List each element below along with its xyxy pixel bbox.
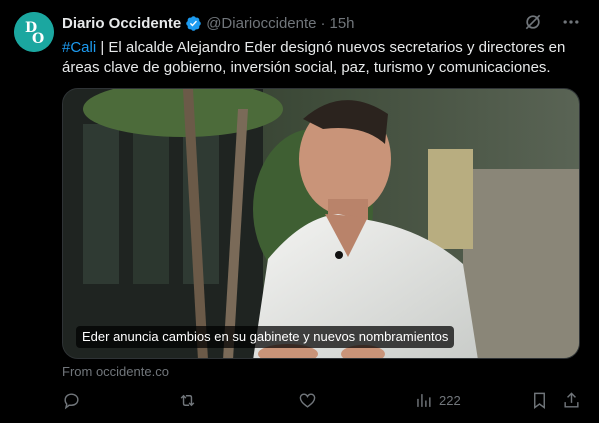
link-source[interactable]: From occidente.co — [62, 364, 169, 379]
share-button[interactable] — [562, 391, 581, 410]
verified-badge-icon[interactable] — [185, 15, 202, 32]
bookmark-icon — [534, 392, 545, 410]
tweet-card[interactable]: D O Diario Occidente @Diarioccidente · 1… — [0, 0, 599, 423]
post-time[interactable]: 15h — [329, 15, 354, 32]
hashtag-link[interactable]: #Cali — [62, 39, 96, 56]
bookmark-button[interactable] — [530, 391, 549, 410]
avatar-logo-icon: D O — [14, 12, 54, 52]
repost-button[interactable] — [178, 391, 197, 410]
tweet-body: | El alcalde Alejandro Eder designó nuev… — [62, 39, 566, 76]
author-display-name[interactable]: Diario Occidente — [62, 15, 181, 32]
views-count: 222 — [439, 393, 461, 408]
media-caption: Eder anuncia cambios en su gabinete y nu… — [76, 326, 455, 348]
grok-icon[interactable] — [523, 12, 543, 32]
news-photo — [63, 89, 579, 358]
tweet-header: Diario Occidente @Diarioccidente · 15h — [62, 13, 355, 33]
reply-button[interactable] — [62, 391, 81, 410]
author-handle[interactable]: @Diarioccidente — [206, 15, 316, 32]
svg-text:O: O — [32, 31, 44, 47]
top-actions — [523, 12, 581, 32]
views-button[interactable]: 222 — [414, 391, 461, 410]
reply-icon — [64, 393, 79, 410]
header-separator: · — [320, 14, 326, 32]
avatar[interactable]: D O — [14, 12, 54, 52]
like-button[interactable] — [298, 391, 317, 410]
views-chart-icon — [417, 394, 431, 407]
action-bar: 222 — [62, 391, 584, 413]
tweet-text: #Cali | El alcalde Alejandro Eder design… — [62, 38, 582, 78]
media-image[interactable]: Eder anuncia cambios en su gabinete y nu… — [62, 88, 580, 359]
share-icon — [564, 392, 579, 408]
heart-icon — [299, 393, 316, 408]
repost-icon — [180, 394, 195, 407]
more-options-icon[interactable] — [561, 12, 581, 32]
